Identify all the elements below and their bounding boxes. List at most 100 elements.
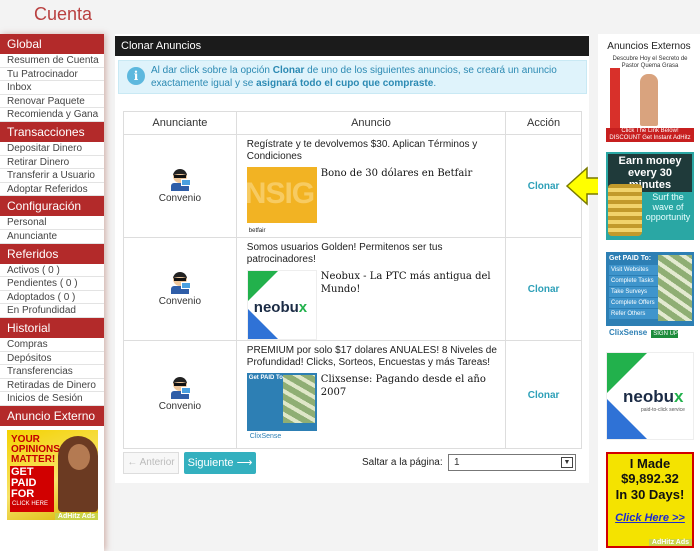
nav-withdrawals[interactable]: Retiradas de Dinero [0,379,104,393]
ad-headline: YOUR OPINIONS MATTER! [11,433,60,465]
betfair-banner-text: NSIG [246,177,315,210]
table-row: Convenio PREMIUM por solo $17 dolares AN… [123,340,582,449]
agreement-user-icon [169,377,191,399]
ad5-cta[interactable]: Click Here >> [608,512,692,524]
ad3-list: Visit Websites Complete Tasks Take Surve… [609,265,659,320]
nav-account-summary[interactable]: Resumen de Cuenta [0,54,104,68]
ad-title: Regístrate y te devolvemos $30. Aplican … [246,139,478,162]
clixsense-banner-image: Get PAID To: ClixSense [246,373,317,443]
external-ad-banner[interactable]: YOUR OPINIONS MATTER! GET PAID FOR THEM!… [7,429,98,520]
section-settings[interactable]: Configuración [0,196,104,217]
col-ad: Anuncio [235,111,507,135]
nav-withdraw[interactable]: Retirar Dinero [0,156,104,170]
left-sidebar: Global Resumen de Cuenta Tu Patrocinador… [0,34,104,551]
agreement-user-icon [169,168,191,191]
nav-pending-referrals[interactable]: Pendientes ( 0 ) [0,277,104,291]
table-row: Convenio Somos usuarios Golden! Permiten… [123,237,582,341]
advertiser-cell: Convenio [123,237,237,341]
ad3-header: Get PAID To: [609,255,652,262]
ad-title: PREMIUM por solo $17 dolares ANUALES! 8 … [246,345,497,368]
action-cell: Clonar [505,340,582,449]
main-panel: Clonar Anuncios i Al dar click sobre la … [115,34,589,483]
panel-title: Clonar Anuncios [115,36,589,56]
ad-network-label: AdHitz Ads [54,512,98,520]
nav-inbox[interactable]: Inbox [0,81,104,95]
ad1-person-image [640,74,658,126]
list-item: Take Surveys [609,287,659,297]
nav-personal[interactable]: Personal [0,216,104,230]
ad5-line1: I Made [629,456,671,471]
external-ad-i-made[interactable]: I Made $9,892.32 In 30 Days! Click Here … [606,452,694,548]
ad5-line2: $9,892.32 [621,471,679,486]
list-item: Complete Tasks [609,276,659,286]
ad-click-button[interactable]: CLICK HERE [10,499,51,508]
nav-sponsor[interactable]: Tu Patrocinador [0,68,104,82]
list-item: Visit Websites [609,265,659,275]
nav-adopted-referrals[interactable]: Adoptados ( 0 ) [0,291,104,305]
ad-title: Somos usuarios Golden! Permitenos ser tu… [246,242,443,265]
clixsense-logo: ClixSense [246,431,317,443]
top-bar: Cuenta [0,0,700,34]
ad-cell: Regístrate y te devolvemos $30. Aplican … [235,134,507,238]
section-transactions[interactable]: Transacciones [0,121,104,142]
table-row: Convenio Regístrate y te devolvemos $30.… [123,134,582,238]
nav-deposits[interactable]: Depósitos [0,352,104,366]
external-ad-fat-burner[interactable]: Descubre Hoy el Secreto de Pastor Quema … [606,54,694,142]
list-item: Complete Offers [609,298,659,308]
clixsense-header: Get PAID To: [248,375,285,381]
external-ad-clixsense[interactable]: Get PAID To: Visit Websites Complete Tas… [606,252,694,340]
clone-button[interactable]: Clonar [528,390,560,401]
nav-refer-earn[interactable]: Recomienda y Gana [0,108,104,122]
ad3-footer: ClixSenseSIGN UP NOW [606,326,694,340]
info-text-bold-clone: Clonar [272,65,305,76]
nav-active-referrals[interactable]: Activos ( 0 ) [0,264,104,278]
ad4-subtitle: paid-to-click service [641,407,685,413]
clone-button[interactable]: Clonar [528,284,560,295]
ad-text: Clixsense: Pagando desde el año 2007 [320,374,486,398]
col-advertiser: Anunciante [123,111,237,135]
advertiser-name: Convenio [158,295,202,307]
nav-adopt-referrals[interactable]: Adoptar Referidos [0,183,104,197]
clone-button[interactable]: Clonar [528,181,560,192]
betfair-banner-image: NSIG betfair [246,167,317,237]
section-referrals[interactable]: Referidos [0,243,104,264]
nav-purchases[interactable]: Compras [0,338,104,352]
info-icon: i [127,67,145,85]
neobux-logo: neobux [623,387,684,406]
ad-text: Bono de 30 dólares en Betfair [320,168,473,179]
nav-logins[interactable]: Inicios de Sesión [0,392,104,406]
advertiser-name: Convenio [158,192,202,204]
ad5-footer: AdHitz Ads [648,539,692,546]
ads-table: Anunciante Anuncio Acción Convenio Regís… [123,111,582,449]
action-cell: Clonar [505,237,582,341]
list-item: Refer Others [609,309,659,319]
nav-transfer[interactable]: Transferir a Usuario [0,169,104,183]
section-global[interactable]: Global [0,34,104,54]
nav-deposit[interactable]: Depositar Dinero [0,142,104,156]
jump-to-page-label: Saltar a la página: [362,457,443,468]
advertiser-name: Convenio [158,401,202,412]
col-action: Acción [505,111,582,135]
advertiser-cell: Convenio [123,134,237,238]
section-history[interactable]: Historial [0,317,104,338]
next-button[interactable]: Siguiente ⟶ [184,452,256,474]
nav-transfers[interactable]: Transferencias [0,365,104,379]
info-text-bold-quota: asignará todo el cupo que compraste [256,78,434,89]
neobux-banner-image: neobux [246,270,317,340]
brand-title: Cuenta [34,4,93,24]
ad1-footer: Click The Link Below! DISCOUNT Get Insta… [606,128,694,142]
ad2-coins-image [608,184,642,236]
right-sidebar: Anuncios Externos Descubre Hoy el Secret… [598,34,700,551]
nav-depth-referrals[interactable]: En Profundidad [0,304,104,318]
previous-button[interactable]: ← Anterior [123,452,179,474]
external-ad-neobux[interactable]: neobux paid-to-click service [606,352,694,440]
info-text-post: . [433,78,437,89]
external-ad-earn-money[interactable]: Earn money every 30 minutes Surf the wav… [606,152,694,240]
ad-cell: PREMIUM por solo $17 dolares ANUALES! 8 … [235,340,507,449]
nav-advertiser[interactable]: Anunciante [0,230,104,244]
page-select[interactable]: 1 ▼ [448,454,576,471]
ad3-money-image [658,255,692,321]
nav-renew-package[interactable]: Renovar Paquete [0,95,104,109]
section-external-ad: Anuncio Externo [0,405,104,426]
ad-cell: Somos usuarios Golden! Permitenos ser tu… [235,237,507,341]
